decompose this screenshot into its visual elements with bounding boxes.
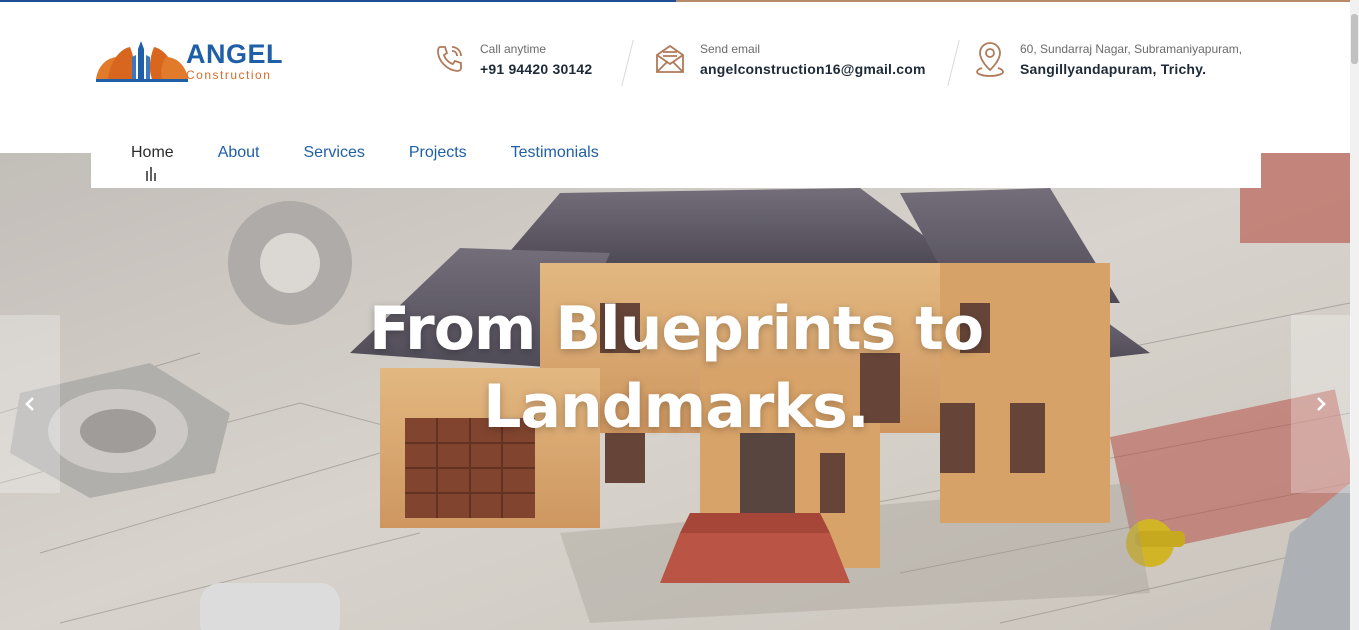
nav-testimonials-label: Testimonials bbox=[510, 144, 599, 161]
address-line1: 60, Sundarraj Nagar, Subramaniyapuram, bbox=[1020, 42, 1243, 56]
site-logo[interactable]: ANGEL Construction bbox=[94, 35, 294, 87]
map-pin-icon bbox=[970, 39, 1010, 79]
nav-projects[interactable]: Projects bbox=[409, 144, 467, 162]
call-label: Call anytime bbox=[480, 42, 547, 56]
slider-next-button[interactable] bbox=[1291, 315, 1351, 493]
nav-testimonials[interactable]: Testimonials bbox=[511, 144, 599, 162]
header-divider bbox=[621, 40, 634, 86]
nav-about-label: About bbox=[217, 144, 260, 161]
hero-headline: From Blueprints to Landmarks. bbox=[200, 290, 1152, 446]
contact-address: 60, Sundarraj Nagar, Subramaniyapuram, S… bbox=[970, 39, 1242, 79]
active-indicator-icon bbox=[146, 167, 156, 181]
contact-call[interactable]: Call anytime +91 94420 30142 bbox=[430, 39, 592, 79]
nav-services[interactable]: Services bbox=[304, 144, 365, 162]
scrollbar-thumb[interactable] bbox=[1351, 14, 1358, 64]
contact-email[interactable]: Send email angelconstruction16@gmail.com bbox=[650, 39, 926, 79]
address-line2: Sangillyandapuram, Trichy. bbox=[1020, 61, 1207, 77]
nav-about[interactable]: About bbox=[218, 144, 260, 162]
chevron-left-icon bbox=[25, 397, 34, 411]
nav-home[interactable]: Home bbox=[131, 144, 174, 181]
chevron-right-icon bbox=[1317, 397, 1326, 411]
envelope-icon bbox=[650, 39, 690, 79]
phone-icon bbox=[430, 39, 470, 79]
nav-services-label: Services bbox=[303, 144, 365, 161]
nav-home-label: Home bbox=[131, 144, 174, 161]
email-label: Send email bbox=[700, 42, 761, 56]
header-divider bbox=[947, 40, 960, 86]
hero-headline-line2: Landmarks. bbox=[483, 372, 869, 442]
call-value[interactable]: +91 94420 30142 bbox=[480, 61, 592, 77]
email-value[interactable]: angelconstruction16@gmail.com bbox=[700, 61, 926, 77]
logo-emblem-icon bbox=[96, 41, 188, 82]
main-navigation: Home About Services Projects Testimonial… bbox=[91, 118, 1261, 188]
logo-subtitle: Construction bbox=[186, 68, 272, 82]
logo-brand: ANGEL bbox=[186, 39, 283, 69]
nav-projects-label: Projects bbox=[408, 144, 467, 161]
page-scrollbar[interactable] bbox=[1350, 0, 1359, 630]
hero-headline-line1: From Blueprints to bbox=[368, 294, 984, 364]
slider-prev-button[interactable] bbox=[0, 315, 60, 493]
